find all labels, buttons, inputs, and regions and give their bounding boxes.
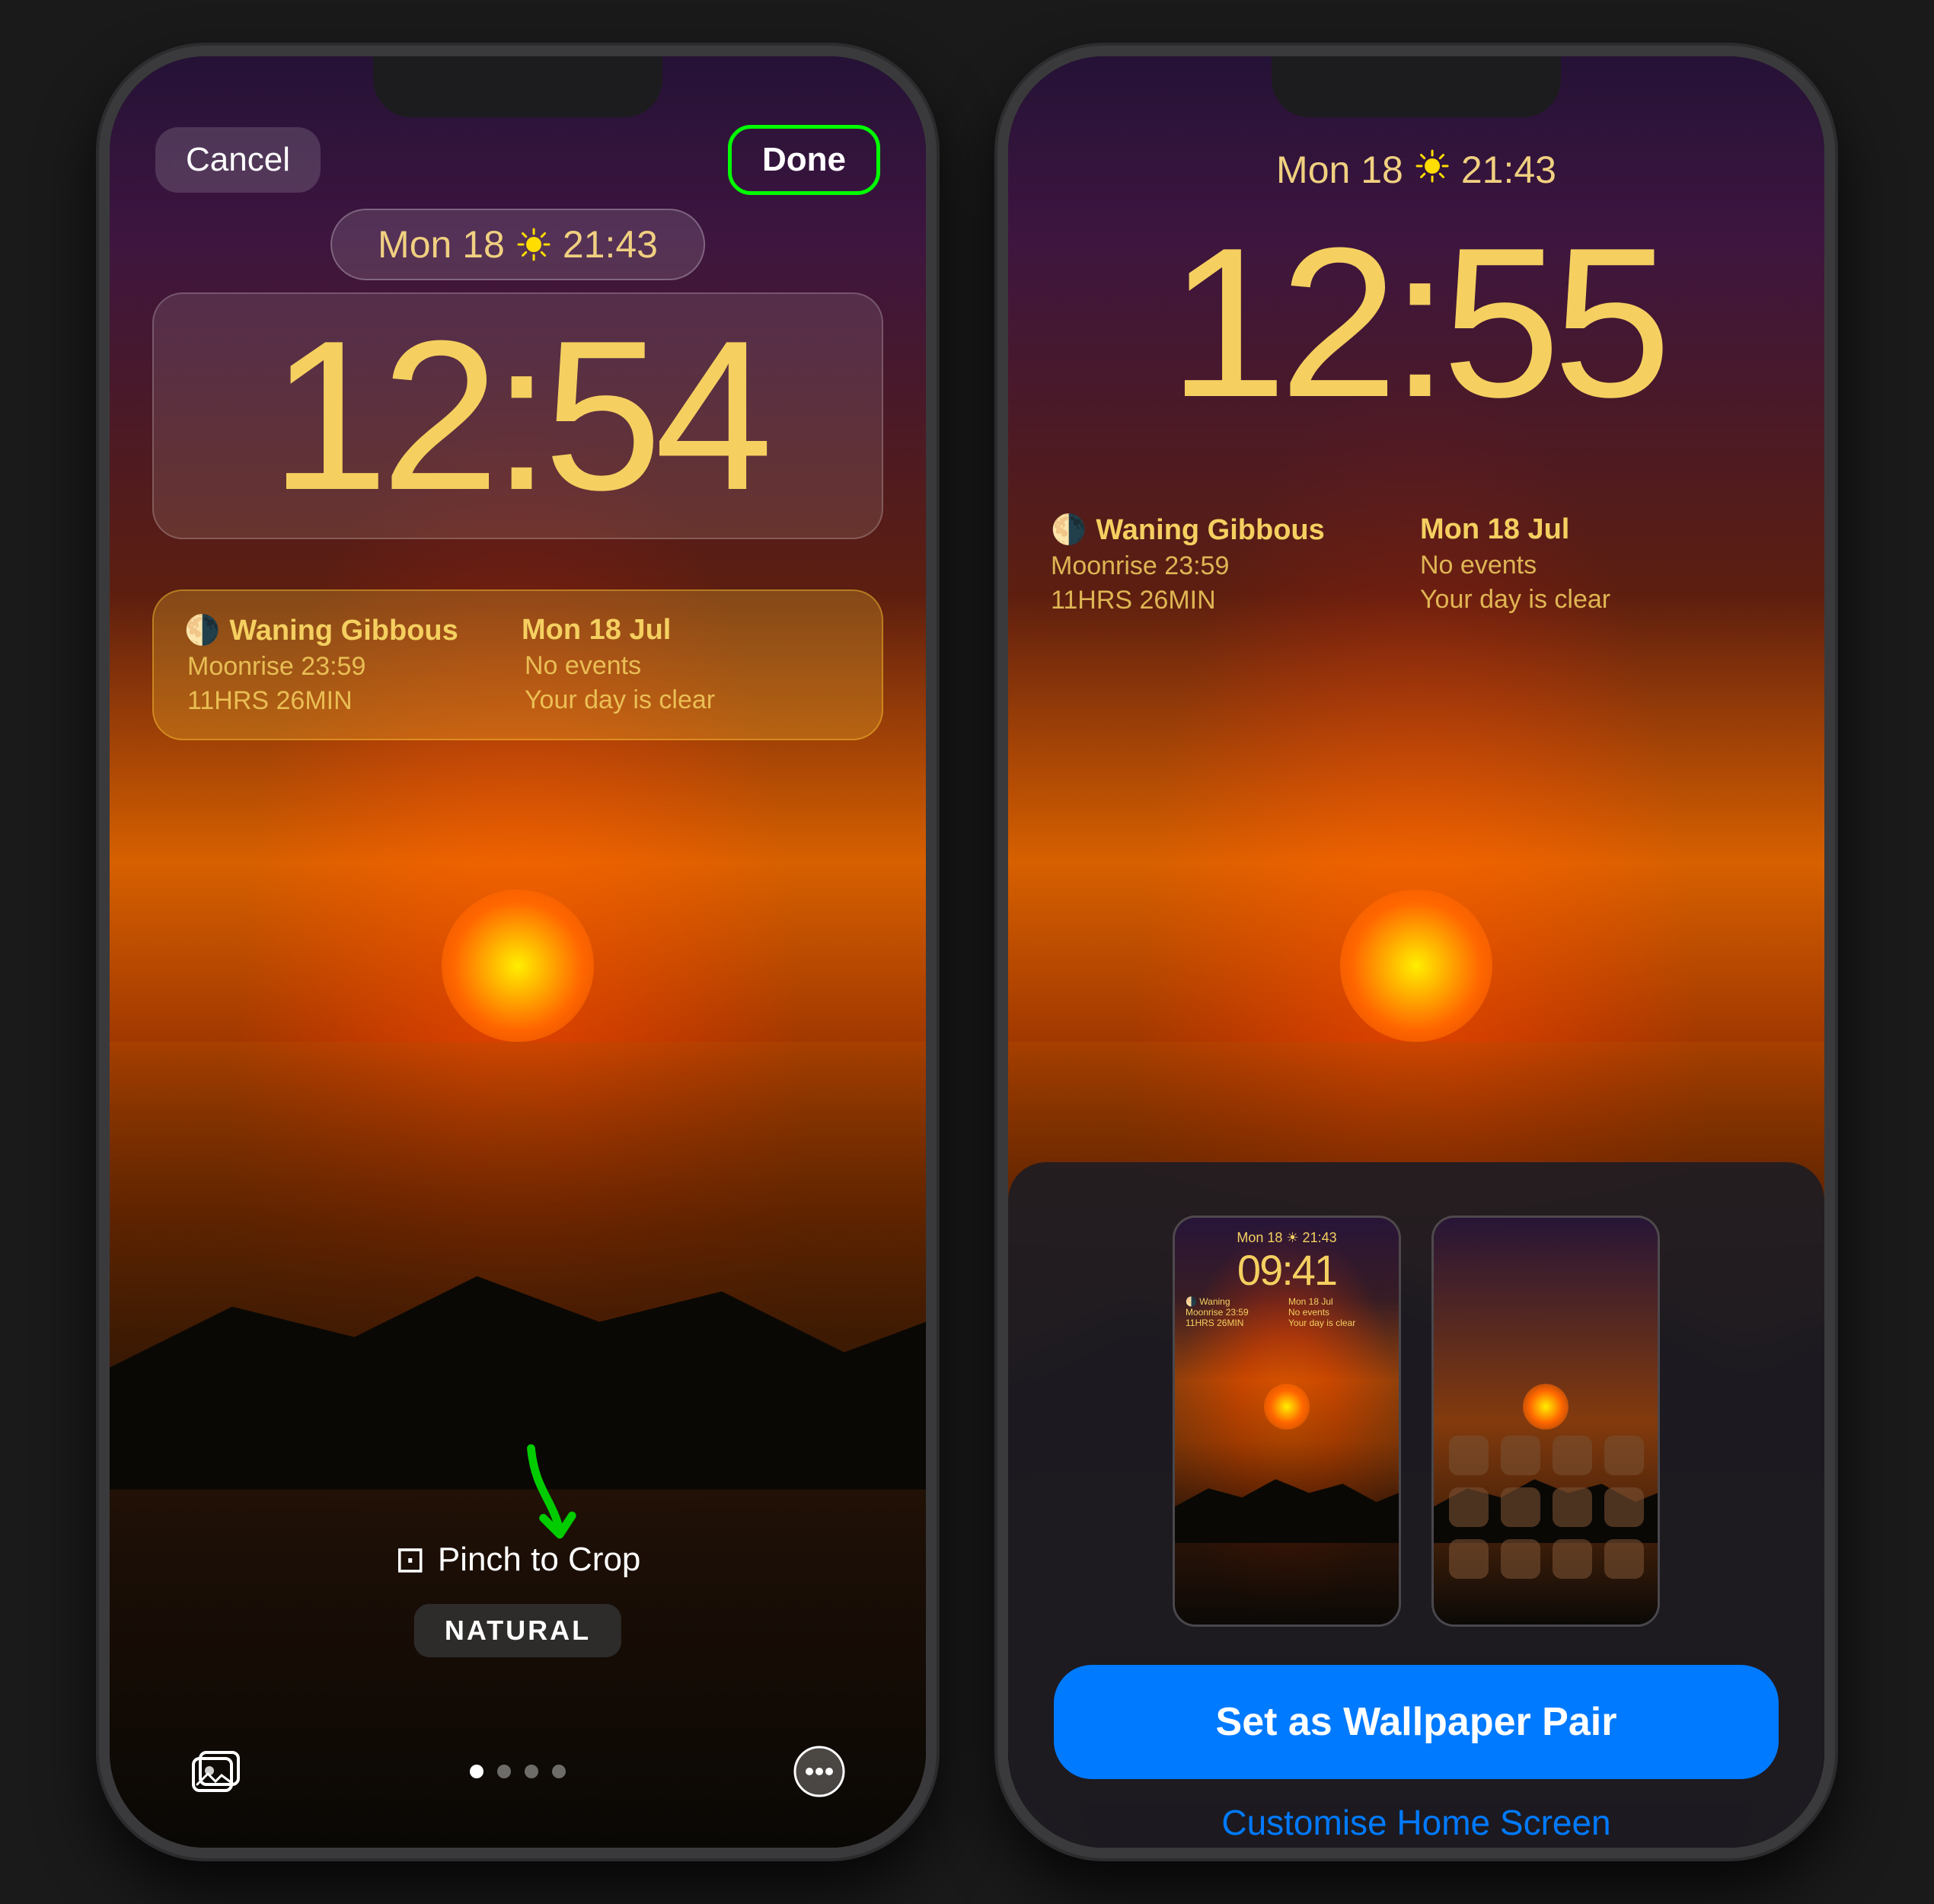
- right-date-widget: Mon 18 21:43: [1276, 148, 1556, 192]
- right-date-text: Mon 18 21:43: [1276, 148, 1556, 192]
- thumb-sun: [1264, 1384, 1310, 1430]
- lock-screen-preview[interactable]: Mon 18 ☀ 21:43 09:41 🌗 WaningMoonrise 23…: [1173, 1216, 1401, 1627]
- left-screen-content: Cancel Done Mon 18 21:43 12:54 🌗 Waning …: [110, 56, 926, 1848]
- app-icon: [1449, 1539, 1489, 1579]
- cancel-button[interactable]: Cancel: [155, 127, 321, 193]
- moon-phase-label: Waning Gibbous: [229, 615, 458, 647]
- done-button[interactable]: Done: [728, 125, 880, 195]
- right-sun-icon: [1415, 148, 1449, 192]
- right-cal-title: Mon 18 Jul: [1420, 513, 1782, 546]
- right-cal-sub2: Your day is clear: [1420, 585, 1782, 615]
- notch: [373, 56, 662, 117]
- thumb-date: Mon 18 ☀ 21:43: [1186, 1230, 1388, 1246]
- app-icon: [1501, 1539, 1540, 1579]
- bottom-toolbar: [110, 1741, 926, 1802]
- app-icon: [1553, 1487, 1592, 1527]
- calendar-sub2: Your day is clear: [522, 685, 851, 715]
- info-widget[interactable]: 🌗 Waning Gibbous Moonrise 23:59 11HRS 26…: [152, 589, 883, 740]
- right-moon-title: 🌗 Waning Gibbous: [1051, 513, 1412, 547]
- bottom-sheet: Mon 18 ☀ 21:43 09:41 🌗 WaningMoonrise 23…: [1008, 1162, 1824, 1848]
- calendar-sub1: No events: [522, 651, 851, 681]
- thumb-info: 🌗 WaningMoonrise 23:5911HRS 26MIN Mon 18…: [1186, 1296, 1388, 1328]
- app-icon: [1553, 1539, 1592, 1579]
- app-icon: [1604, 1487, 1644, 1527]
- widget-left-col: 🌗 Waning Gibbous Moonrise 23:59 11HRS 26…: [184, 614, 514, 716]
- clock-widget[interactable]: 12:54: [152, 292, 883, 539]
- customise-home-screen-button[interactable]: Customise Home Screen: [1221, 1802, 1610, 1843]
- more-options-icon: [793, 1745, 846, 1798]
- right-moonrise: Moonrise 23:59: [1051, 551, 1412, 581]
- calendar-title: Mon 18 Jul: [522, 614, 851, 647]
- sun-icon: [517, 228, 551, 261]
- thumb-rock: [1175, 1452, 1399, 1543]
- right-moon-label: Waning Gibbous: [1096, 514, 1324, 547]
- dot-3: [525, 1765, 538, 1778]
- photo-library-button[interactable]: [186, 1741, 247, 1802]
- thumb-time: 09:41: [1186, 1249, 1388, 1292]
- right-date-label: Mon 18: [1276, 148, 1403, 192]
- app-icon: [1449, 1487, 1489, 1527]
- app-icon: [1553, 1436, 1592, 1475]
- app-icon: [1604, 1539, 1644, 1579]
- photo-library-icon: [190, 1745, 243, 1798]
- dot-1: [470, 1765, 484, 1778]
- moonrise-label: Moonrise 23:59: [184, 652, 514, 682]
- hs-sun: [1523, 1384, 1569, 1430]
- right-moonhours: 11HRS 26MIN: [1051, 586, 1412, 615]
- right-info-widget: 🌗 Waning Gibbous Moonrise 23:59 11HRS 26…: [1051, 513, 1782, 615]
- right-moon-icon: 🌗: [1051, 513, 1087, 547]
- right-screen-content: Mon 18 21:43 12:55 🌗 Waning Gibbous Moon…: [1008, 56, 1824, 1848]
- right-phone: Mon 18 21:43 12:55 🌗 Waning Gibbous Moon…: [997, 46, 1835, 1858]
- natural-badge[interactable]: NATURAL: [414, 1604, 621, 1657]
- preview-thumbnails-row: Mon 18 ☀ 21:43 09:41 🌗 WaningMoonrise 23…: [1173, 1216, 1660, 1627]
- moonrise-hours: 11HRS 26MIN: [184, 686, 514, 716]
- date-widget[interactable]: Mon 18 21:43: [330, 209, 705, 280]
- date-text: Mon 18 21:43: [378, 222, 658, 267]
- moon-phase-title: 🌗 Waning Gibbous: [184, 614, 514, 647]
- app-icon: [1604, 1436, 1644, 1475]
- right-widget-left: 🌗 Waning Gibbous Moonrise 23:59 11HRS 26…: [1051, 513, 1412, 615]
- dot-2: [497, 1765, 511, 1778]
- set-wallpaper-pair-button[interactable]: Set as Wallpaper Pair: [1054, 1665, 1779, 1779]
- thumb-lock-content: Mon 18 ☀ 21:43 09:41 🌗 WaningMoonrise 23…: [1175, 1218, 1399, 1340]
- dot-4: [552, 1765, 566, 1778]
- app-icon: [1501, 1436, 1540, 1475]
- time-label: 21:43: [563, 222, 658, 267]
- clock-time: 12:54: [184, 309, 851, 522]
- page-dots: [470, 1765, 566, 1778]
- moon-phase-icon: 🌗: [184, 614, 220, 647]
- right-clock: 12:55: [1169, 216, 1664, 430]
- widget-right-col: Mon 18 Jul No events Your day is clear: [522, 614, 851, 716]
- top-buttons-bar: Cancel Done: [110, 125, 926, 195]
- app-icon: [1501, 1487, 1540, 1527]
- app-icon: [1449, 1436, 1489, 1475]
- left-phone: Cancel Done Mon 18 21:43 12:54 🌗 Waning …: [99, 46, 937, 1858]
- home-screen-preview[interactable]: [1431, 1216, 1660, 1627]
- right-time-label: 21:43: [1461, 148, 1556, 192]
- crop-icon: ⊡: [395, 1538, 426, 1581]
- green-arrow: [502, 1440, 593, 1551]
- right-notch: [1272, 56, 1561, 117]
- right-widget-right: Mon 18 Jul No events Your day is clear: [1420, 513, 1782, 615]
- app-icons-grid: [1449, 1436, 1642, 1579]
- right-cal-sub1: No events: [1420, 551, 1782, 580]
- date-label: Mon 18: [378, 222, 505, 267]
- more-options-button[interactable]: [789, 1741, 850, 1802]
